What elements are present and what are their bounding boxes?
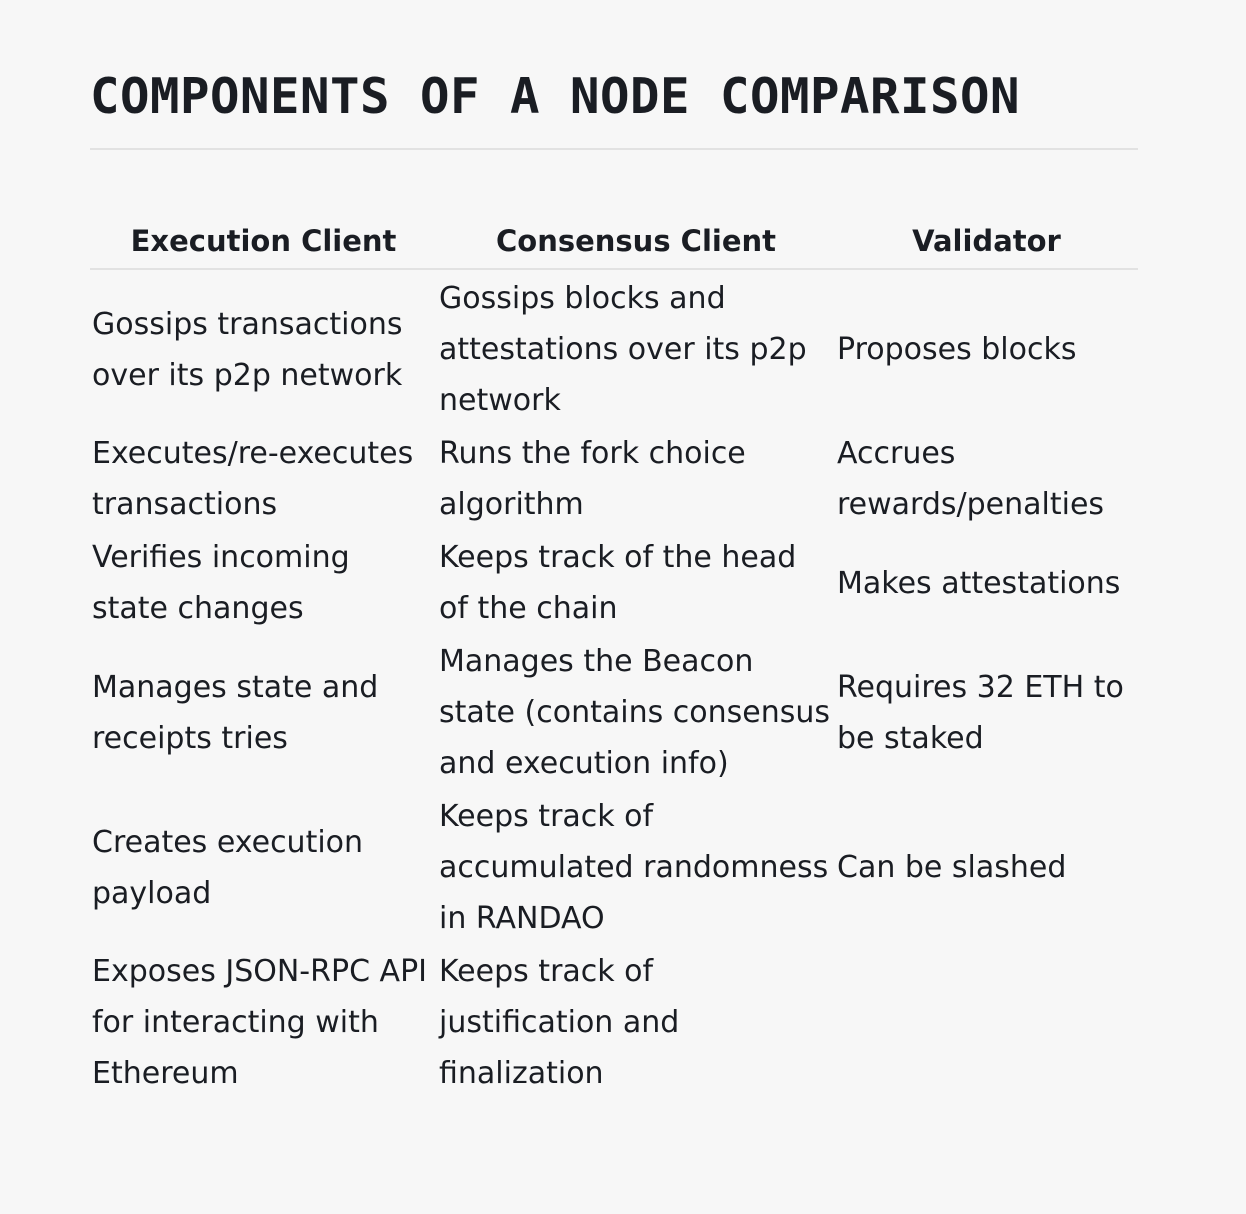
- table-cell: Proposes blocks: [837, 332, 1077, 367]
- table-cell: Verifies incoming state changes: [92, 540, 350, 626]
- table-cell: Gossips transactions over its p2p networ…: [92, 306, 403, 393]
- header-consensus-client: Consensus Client: [437, 220, 835, 270]
- table-cell: Creates execution payload: [92, 824, 364, 911]
- table-cell: Manages the Beacon state (contains conse…: [439, 644, 830, 781]
- table-cell: Keeps track of accumulated randomness in…: [439, 799, 829, 936]
- table-cell: Gossips blocks and attestations over its…: [439, 281, 807, 418]
- table-cell: Exposes JSON-RPC API for interacting wit…: [92, 954, 428, 1091]
- table-cell: Executes/re-executes transactions: [92, 436, 414, 522]
- table-cell: Can be slashed: [837, 850, 1067, 885]
- table-cell: Requires 32 ETH to be staked: [837, 669, 1124, 756]
- table-cell: Accrues rewards/penalties: [837, 436, 1105, 522]
- table-cell: Makes attestations: [837, 565, 1121, 601]
- table-cell: Manages state and receipts tries: [92, 669, 379, 756]
- table-cell: Runs the fork choice algorithm: [439, 436, 746, 522]
- table-row: Verifies incoming state changes Keeps tr…: [90, 530, 1138, 634]
- table-header-row: Execution Client Consensus Client Valida…: [90, 220, 1138, 270]
- header-execution-client: Execution Client: [90, 220, 437, 270]
- page-content: COMPONENTS OF A NODE COMPARISON Executio…: [90, 0, 1138, 1099]
- table-row: Executes/re-executes transactions Runs t…: [90, 426, 1138, 530]
- table-row: Gossips transactions over its p2p networ…: [90, 269, 1138, 426]
- page-title: COMPONENTS OF A NODE COMPARISON: [90, 0, 1138, 150]
- comparison-table: Execution Client Consensus Client Valida…: [90, 220, 1138, 1099]
- table-row: Exposes JSON-RPC API for interacting wit…: [90, 944, 1138, 1099]
- header-validator: Validator: [835, 220, 1138, 270]
- table-cell: Keeps track of justification and finaliz…: [439, 954, 680, 1091]
- table-row: Manages state and receipts tries Manages…: [90, 634, 1138, 789]
- table-row: Creates execution payload Keeps track of…: [90, 789, 1138, 944]
- table-cell: [835, 944, 1138, 1099]
- table-cell: Keeps track of the head of the chain: [439, 540, 797, 626]
